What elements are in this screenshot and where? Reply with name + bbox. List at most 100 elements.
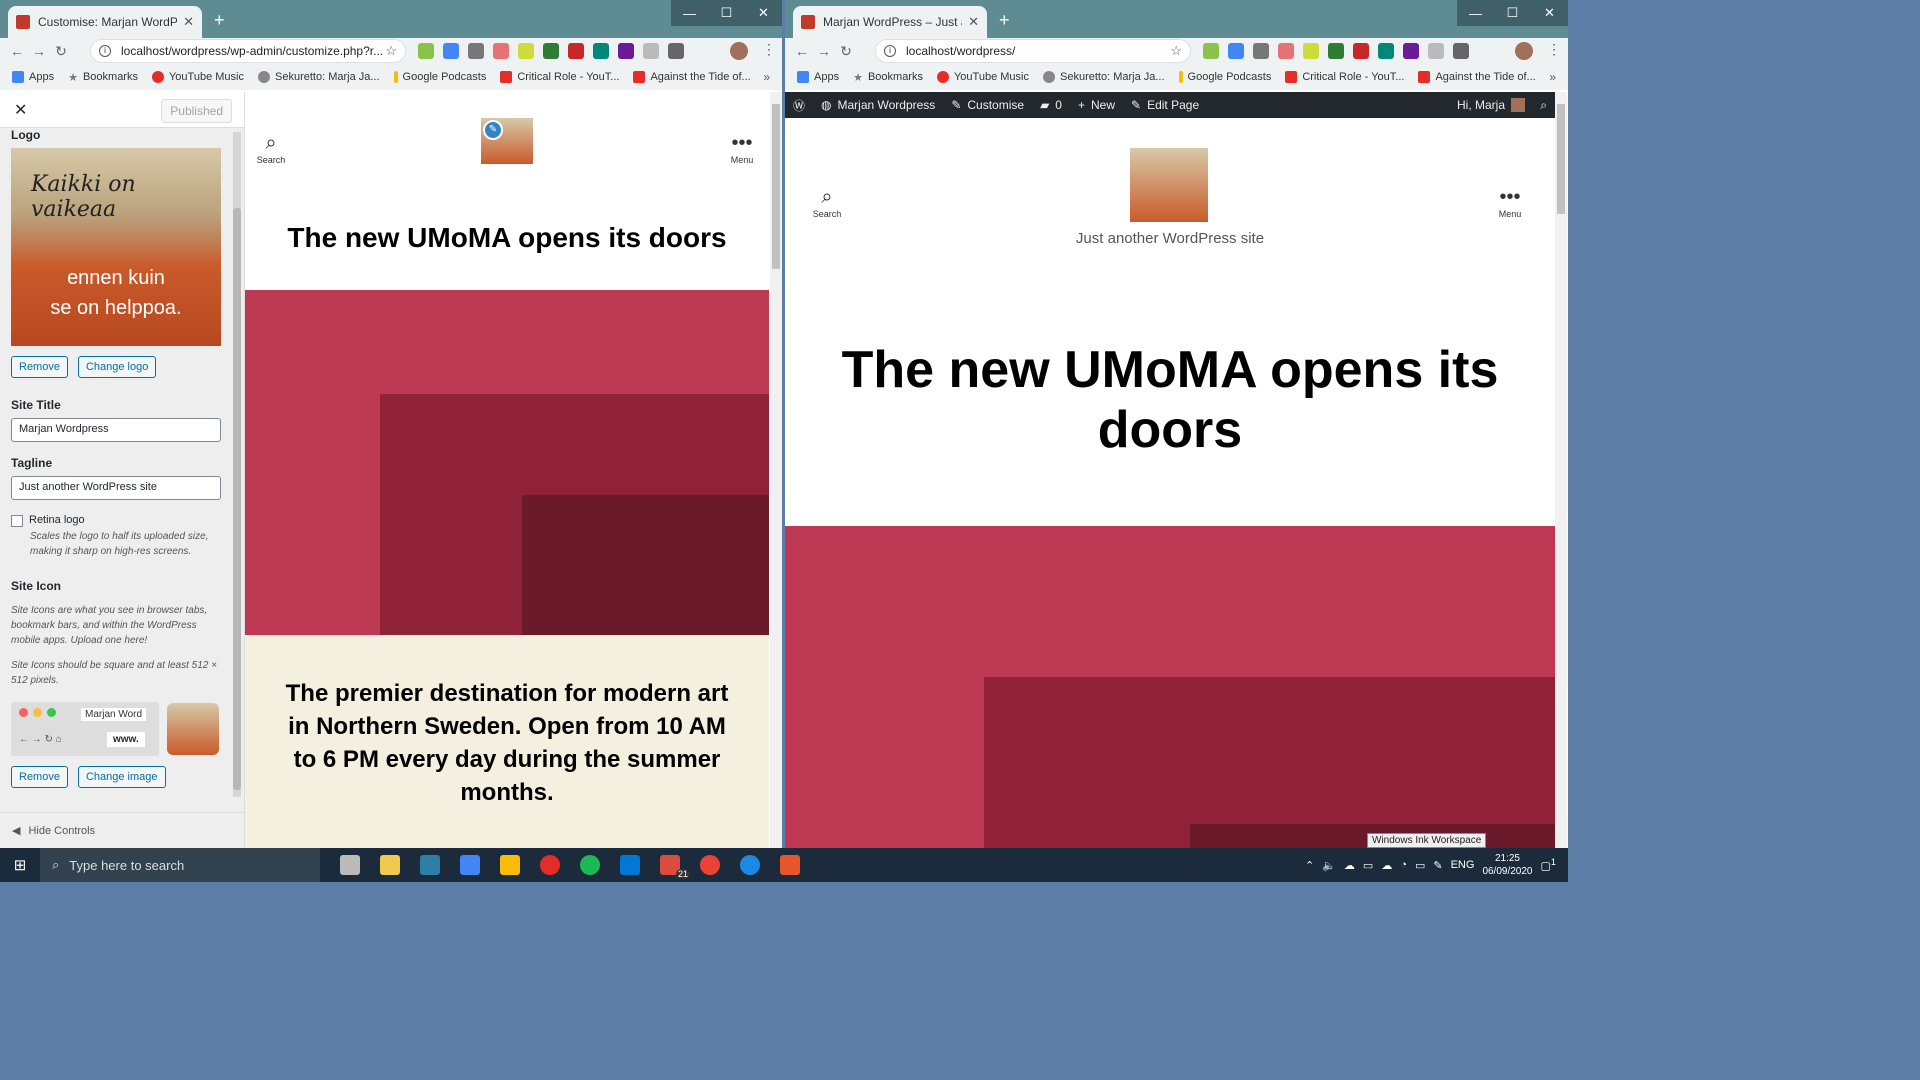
bookmark-sekuretto[interactable]: Sekuretto: Marja Ja... xyxy=(1043,71,1165,83)
address-bar[interactable]: i localhost/wordpress/ ☆ xyxy=(875,39,1191,63)
bookmark-youtube-music[interactable]: YouTube Music xyxy=(151,71,244,83)
youtube-music-icon[interactable] xyxy=(540,855,560,875)
search-toggle[interactable]: ⌕ Search xyxy=(807,186,847,219)
checkmark-extension-icon[interactable] xyxy=(543,43,559,59)
bookmark-google-podcasts[interactable]: Google Podcasts xyxy=(393,71,486,83)
bookmark-star-icon[interactable]: ☆ xyxy=(1170,43,1182,59)
tab-customizer[interactable]: Customise: Marjan WordPress – ✕ xyxy=(8,6,202,38)
onenote-extension-icon[interactable] xyxy=(1403,43,1419,59)
file-explorer-icon[interactable] xyxy=(380,855,400,875)
preview-scrollbar[interactable] xyxy=(770,92,782,848)
extension-icon[interactable] xyxy=(1203,43,1219,59)
todoist-extension-icon[interactable] xyxy=(568,43,584,59)
address-bar[interactable]: i localhost/wordpress/wp-admin/customize… xyxy=(90,39,406,63)
minimize-icon[interactable]: — xyxy=(1457,0,1494,26)
admin-search-icon[interactable]: ⌕ xyxy=(1540,98,1547,113)
forward-icon[interactable]: → xyxy=(813,43,835,59)
site-logo[interactable] xyxy=(1130,148,1208,222)
bookmark-google-podcasts[interactable]: Google Podcasts xyxy=(1178,71,1271,83)
app-icon[interactable] xyxy=(780,855,800,875)
bookmark-sekuretto[interactable]: Sekuretto: Marja Ja... xyxy=(258,71,380,83)
tab-site[interactable]: Marjan WordPress – Just another ✕ xyxy=(793,6,987,38)
change-image-button[interactable]: Change image xyxy=(77,766,166,788)
maximize-icon[interactable]: ☐ xyxy=(708,0,745,26)
menu-toggle[interactable]: ••• Menu xyxy=(1490,186,1530,219)
todoist-icon[interactable]: 21 xyxy=(660,855,690,879)
taskbar-search[interactable]: ⌕ Type here to search xyxy=(40,848,320,882)
keep-icon[interactable] xyxy=(500,855,520,875)
calendar-icon[interactable] xyxy=(460,855,480,875)
tagline-input[interactable]: Just another WordPress site xyxy=(11,476,221,500)
chrome-icon[interactable] xyxy=(700,855,720,875)
calendar-extension-icon[interactable] xyxy=(1228,43,1244,59)
new-tab-icon[interactable]: + xyxy=(999,10,1010,31)
maximize-icon[interactable]: ☐ xyxy=(1494,0,1531,26)
close-window-icon[interactable]: ✕ xyxy=(745,0,782,26)
display-icon[interactable]: ▭ xyxy=(1415,859,1425,872)
bookmark-bookmarks[interactable]: ★ Bookmarks xyxy=(853,71,923,84)
menu-toggle[interactable]: ••• Menu xyxy=(722,132,762,165)
puzzle-icon[interactable] xyxy=(668,43,684,59)
maps-extension-icon[interactable] xyxy=(468,43,484,59)
calendar-extension-icon[interactable] xyxy=(443,43,459,59)
bookmark-apps[interactable]: Apps xyxy=(12,71,54,83)
browser-menu-icon[interactable]: ⋮ xyxy=(1547,41,1561,58)
bookmark-critical-role[interactable]: Critical Role - YouT... xyxy=(1285,71,1404,83)
close-window-icon[interactable]: ✕ xyxy=(1531,0,1568,26)
admin-bar-edit-page[interactable]: ✎ Edit Page xyxy=(1123,98,1207,112)
extension-icon[interactable] xyxy=(1303,43,1319,59)
admin-bar-customise[interactable]: ✎ Customise xyxy=(943,98,1032,112)
spotify-icon[interactable] xyxy=(580,855,600,875)
more-bookmarks-icon[interactable]: » xyxy=(1549,70,1556,84)
extension-icon[interactable] xyxy=(493,43,509,59)
admin-bar-new[interactable]: + New xyxy=(1070,98,1123,112)
remove-site-icon-button[interactable]: Remove xyxy=(11,766,68,788)
reload-icon[interactable]: ↻ xyxy=(835,43,857,60)
windows-start-icon[interactable]: ⊞ xyxy=(0,856,40,874)
profile-avatar[interactable] xyxy=(1515,42,1533,60)
pen-icon[interactable]: ✎ xyxy=(1433,859,1442,872)
onenote-extension-icon[interactable] xyxy=(618,43,634,59)
bookmark-apps[interactable]: Apps xyxy=(797,71,839,83)
checkmark-extension-icon[interactable] xyxy=(1328,43,1344,59)
close-tab-icon[interactable]: ✕ xyxy=(968,14,979,30)
cloud-icon[interactable]: ☁ xyxy=(1344,859,1355,872)
volume-icon[interactable]: 🔈 xyxy=(1322,859,1336,872)
search-toggle[interactable]: ⌕ Search xyxy=(251,132,291,165)
remove-logo-button[interactable]: Remove xyxy=(11,356,68,378)
reload-icon[interactable]: ↻ xyxy=(50,43,72,60)
task-view-icon[interactable] xyxy=(340,855,360,875)
back-icon[interactable]: ← xyxy=(791,43,813,59)
back-icon[interactable]: ← xyxy=(6,43,28,59)
published-button[interactable]: Published xyxy=(161,99,232,123)
extension-icon[interactable] xyxy=(518,43,534,59)
hide-controls-button[interactable]: ◀ Hide Controls xyxy=(0,812,244,848)
retina-logo-checkbox[interactable] xyxy=(11,515,23,527)
profile-avatar[interactable] xyxy=(730,42,748,60)
chevron-up-icon[interactable]: ⌃ xyxy=(1305,859,1314,872)
site-title-input[interactable]: Marjan Wordpress xyxy=(11,418,221,442)
todoist-extension-icon[interactable] xyxy=(1353,43,1369,59)
bookmark-bookmarks[interactable]: ★ Bookmarks xyxy=(68,71,138,84)
language-indicator[interactable]: ENG xyxy=(1451,859,1475,871)
admin-bar-account[interactable]: Hi, Marja xyxy=(1457,98,1525,112)
maps-extension-icon[interactable] xyxy=(1253,43,1269,59)
edit-pencil-icon[interactable]: ✎ xyxy=(483,120,503,140)
close-tab-icon[interactable]: ✕ xyxy=(183,14,194,30)
forward-icon[interactable]: → xyxy=(28,43,50,59)
clock[interactable]: 21:25 06/09/2020 xyxy=(1482,852,1532,878)
new-tab-icon[interactable]: + xyxy=(214,10,225,31)
network-icon[interactable]: ◔ xyxy=(1400,859,1407,871)
close-icon[interactable]: ✕ xyxy=(14,100,27,120)
bookmark-youtube-music[interactable]: YouTube Music xyxy=(936,71,1029,83)
retina-logo-checkbox-row[interactable]: Retina logo xyxy=(11,514,221,527)
browser-menu-icon[interactable]: ⋮ xyxy=(762,41,776,58)
extension-icon[interactable] xyxy=(1278,43,1294,59)
extension-icon[interactable] xyxy=(1428,43,1444,59)
admin-bar-site-name[interactable]: ◍ Marjan Wordpress xyxy=(813,98,943,112)
app-icon[interactable] xyxy=(420,855,440,875)
minimize-icon[interactable]: — xyxy=(671,0,708,26)
info-icon[interactable]: i xyxy=(884,45,896,57)
more-bookmarks-icon[interactable]: » xyxy=(763,70,770,84)
wordpress-logo-icon[interactable]: Ⓦ xyxy=(785,97,813,114)
